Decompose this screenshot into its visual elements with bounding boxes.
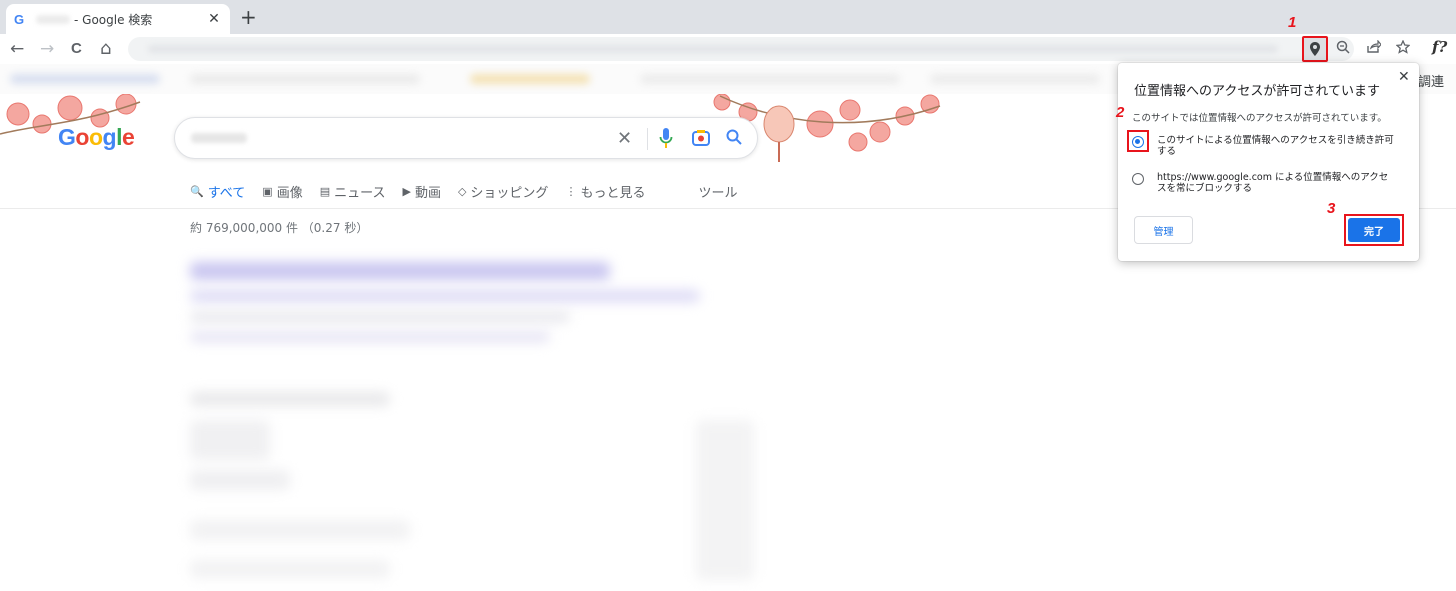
redacted-result — [696, 420, 754, 580]
redacted-result — [190, 470, 290, 490]
close-icon[interactable]: ✕ — [206, 11, 222, 27]
search-icon: 🔍 — [190, 184, 204, 198]
tab-images[interactable]: ▣ 画像 — [262, 180, 302, 202]
result-stats: 約 769,000,000 件 （0.27 秒） — [190, 221, 369, 235]
redacted-query — [191, 133, 247, 143]
redacted-bookmark — [190, 74, 420, 84]
redacted-result — [190, 332, 550, 342]
redacted-bookmark — [470, 74, 590, 84]
tab-label: もっと見る — [580, 185, 646, 201]
google-favicon-icon: G — [14, 11, 25, 27]
forward-arrow-icon[interactable]: → — [40, 40, 54, 58]
redacted-query — [36, 14, 70, 24]
tab-all[interactable]: 🔍 すべて — [190, 180, 245, 202]
tag-icon: ◇ — [457, 184, 467, 198]
star-icon[interactable] — [1395, 39, 1411, 58]
tab-more[interactable]: ⋮ もっと見る — [565, 180, 645, 202]
tab-videos[interactable]: ▶ 動画 — [402, 180, 440, 202]
redacted-result — [190, 290, 700, 302]
new-tab-button[interactable]: + — [240, 6, 257, 28]
location-pin-icon[interactable] — [1302, 36, 1328, 62]
more-vert-icon: ⋮ — [565, 184, 577, 198]
redacted-result — [190, 520, 410, 540]
tab-label: ニュース — [334, 185, 386, 201]
video-icon: ▶ — [402, 184, 411, 198]
image-icon: ▣ — [262, 184, 273, 198]
redacted-result — [190, 560, 390, 578]
redacted-bookmark — [10, 74, 160, 84]
bookmark-label[interactable]: 調連 — [1418, 71, 1444, 90]
search-divider — [647, 128, 648, 150]
tab-label: 動画 — [414, 185, 441, 201]
done-button[interactable]: 完了 — [1348, 218, 1400, 242]
popup-title: 位置情報へのアクセスが許可されています — [1134, 84, 1380, 99]
redacted-bookmark — [640, 74, 900, 84]
tab-news[interactable]: ▤ ニュース — [320, 180, 386, 202]
step-marker-3: 3 — [1327, 200, 1336, 217]
zoom-icon[interactable] — [1336, 40, 1350, 58]
browser-toolbar: ← → C ⌂ f? — [0, 34, 1456, 64]
search-tabs: 🔍 すべて ▣ 画像 ▤ ニュース ▶ 動画 ◇ ショッピング ⋮ もっと見る ツール — [190, 180, 754, 202]
location-permission-popup: 位置情報へのアクセスが許可されています ✕ このサイトでは位置情報へのアクセスが… — [1118, 63, 1419, 261]
tab-label: 画像 — [276, 185, 303, 201]
option-allow[interactable]: このサイトによる位置情報へのアクセスを引き続き許可する — [1127, 130, 1412, 157]
redacted-url — [148, 45, 1278, 53]
address-bar[interactable] — [128, 37, 1354, 61]
redacted-result — [190, 312, 570, 322]
tab-shopping[interactable]: ◇ ショッピング — [458, 180, 548, 202]
tab-label: すべて — [207, 185, 246, 201]
highlight-box: 完了 — [1344, 214, 1404, 246]
home-icon[interactable]: ⌂ — [100, 40, 111, 58]
option-block-label: https://www.google.com による位置情報へのアクセスを常にブ… — [1157, 172, 1389, 194]
reload-icon[interactable]: C — [71, 40, 82, 58]
tab-strip: G - Google 検索 ✕ + — [0, 0, 1456, 34]
extension-icon[interactable]: f? — [1432, 38, 1447, 56]
step-marker-2: 2 — [1116, 104, 1125, 121]
step-marker-1: 1 — [1288, 14, 1297, 31]
search-icon[interactable] — [725, 128, 743, 150]
option-block[interactable]: https://www.google.com による位置情報へのアクセスを常にブ… — [1132, 172, 1412, 194]
tools-button[interactable]: ツール — [698, 180, 737, 202]
microphone-icon[interactable] — [659, 127, 673, 153]
news-icon: ▤ — [319, 184, 331, 198]
tab-label: ショッピング — [470, 185, 549, 201]
radio-checked[interactable] — [1132, 135, 1144, 148]
tools-label: ツール — [698, 185, 738, 201]
redacted-result — [190, 420, 270, 460]
back-arrow-icon[interactable]: ← — [10, 40, 24, 58]
redacted-result — [190, 262, 610, 280]
google-logo[interactable]: Google — [58, 124, 135, 151]
highlight-box — [1127, 130, 1149, 152]
search-input[interactable]: ✕ — [174, 117, 758, 159]
close-icon[interactable]: ✕ — [1398, 69, 1410, 85]
close-icon[interactable]: ✕ — [617, 128, 632, 149]
redacted-bookmark — [930, 74, 1100, 84]
manage-button[interactable]: 管理 — [1134, 216, 1193, 244]
redacted-result — [190, 392, 390, 406]
popup-description: このサイトでは位置情報へのアクセスが許可されています。 — [1132, 113, 1387, 124]
tab-title: - Google 検索 — [74, 12, 153, 27]
browser-tab[interactable]: G - Google 検索 ✕ — [6, 4, 230, 34]
radio-unchecked[interactable] — [1132, 173, 1144, 185]
option-allow-label: このサイトによる位置情報へのアクセスを引き続き許可する — [1157, 135, 1394, 157]
share-icon[interactable] — [1366, 39, 1382, 58]
camera-lens-icon[interactable] — [691, 128, 711, 152]
